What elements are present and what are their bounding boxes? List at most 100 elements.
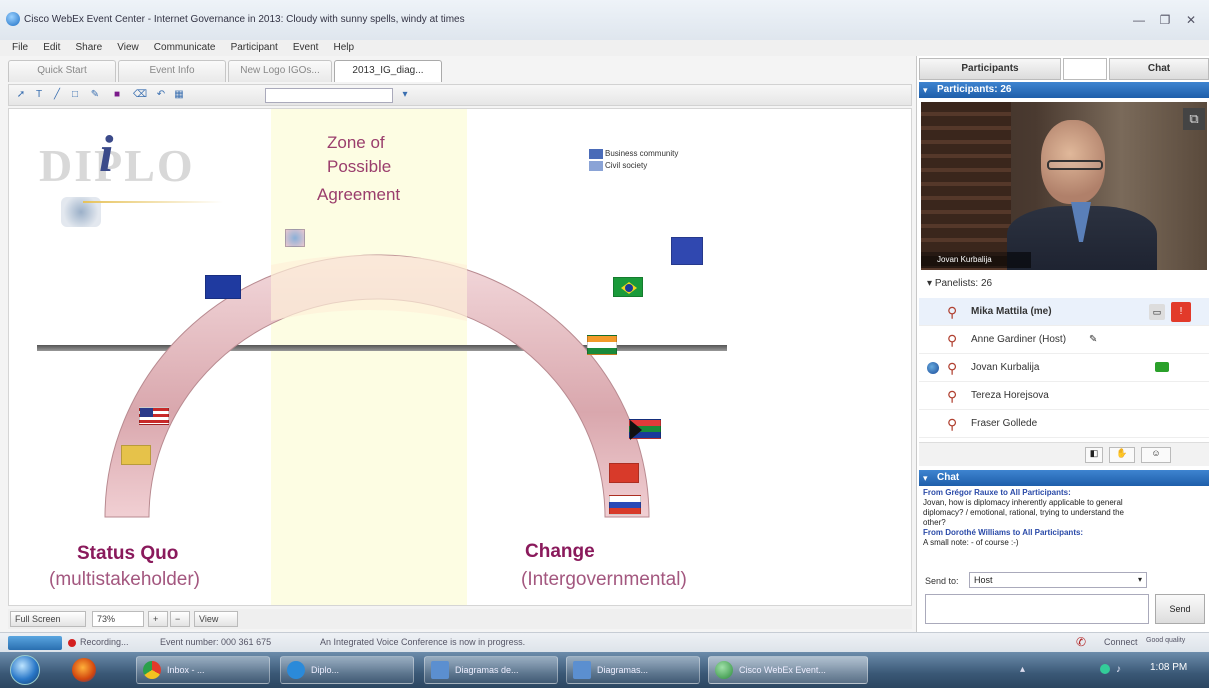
- event-number: Event number: 000 361 675: [160, 637, 272, 647]
- presenter-ball-icon: [927, 362, 939, 374]
- tab-event-info[interactable]: Event Info: [118, 60, 226, 82]
- send-to-select[interactable]: Host ▾: [969, 572, 1147, 588]
- participant-actions: ◧ ✋ ☺: [919, 442, 1209, 466]
- full-screen-button[interactable]: Full Screen: [10, 611, 86, 627]
- window-title: Cisco WebEx Event Center - Internet Gove…: [24, 14, 465, 25]
- shared-slide: DIPLO i Zone of Possible Agreement Busin…: [8, 108, 912, 606]
- dropdown-arrow-icon[interactable]: ▾: [399, 89, 411, 101]
- start-button[interactable]: [10, 655, 40, 685]
- tab-participants[interactable]: Participants: [919, 58, 1061, 80]
- view-menu-button[interactable]: View: [194, 611, 238, 627]
- highlighter-icon[interactable]: ✎: [89, 89, 101, 101]
- volume-icon[interactable]: ♪: [1116, 664, 1121, 675]
- raise-hand-icon[interactable]: ✋: [1109, 447, 1135, 463]
- pointer-icon[interactable]: ➚: [15, 89, 27, 101]
- skype-icon: [287, 661, 305, 679]
- taskbar-item[interactable]: Diplo...: [280, 656, 414, 684]
- tray-show-hidden-icon[interactable]: ▴: [1020, 664, 1025, 675]
- webex-icon: [715, 661, 733, 679]
- connection-quality: Good quality: [1146, 637, 1186, 644]
- collapse-participants-icon[interactable]: ▾: [923, 82, 928, 98]
- panelists-label: Panelists: 26: [934, 278, 993, 289]
- maximize-button[interactable]: ❐: [1154, 12, 1176, 28]
- collapse-chat-icon[interactable]: ▾: [923, 470, 928, 486]
- panelist-icon: ⚲: [947, 360, 958, 376]
- panelist-icon: ⚲: [947, 388, 958, 404]
- zoom-out-icon[interactable]: −: [170, 611, 190, 627]
- chrome-icon: [143, 661, 161, 679]
- window-titlebar: Cisco WebEx Event Center - Internet Gove…: [0, 0, 1209, 40]
- network-icon[interactable]: [1100, 664, 1110, 674]
- tab-chat[interactable]: Chat: [1109, 58, 1209, 80]
- menu-view[interactable]: View: [117, 40, 139, 56]
- menu-communicate[interactable]: Communicate: [154, 40, 216, 56]
- participant-row[interactable]: ⚲ Mika Mattila (me) ▭ !: [919, 298, 1209, 326]
- participants-header[interactable]: Participants: 26: [919, 82, 1209, 98]
- firefox-icon[interactable]: [72, 658, 96, 682]
- taskbar-item[interactable]: Diagramas...: [566, 656, 700, 684]
- bookshelf: [921, 102, 1011, 270]
- video-feed: ⧉ Jovan Kurbalija: [921, 102, 1207, 270]
- chevron-down-icon: ▾: [1137, 575, 1142, 584]
- webex-app-icon: [6, 12, 20, 26]
- zoom-level-select[interactable]: 73%: [92, 611, 144, 627]
- grid-icon[interactable]: ▦: [173, 89, 185, 101]
- menu-edit[interactable]: Edit: [43, 40, 60, 56]
- arch-zopa-highlight: [271, 255, 467, 321]
- line-tool-icon[interactable]: ╱: [51, 89, 63, 101]
- participant-name: Tereza Horejsova: [971, 390, 1049, 401]
- recording-dot-icon: [68, 639, 76, 647]
- change-title: Change: [525, 541, 595, 562]
- tab-diagram[interactable]: 2013_IG_diag...: [334, 60, 442, 82]
- participant-row[interactable]: ⚲ Tereza Horejsova: [919, 382, 1209, 410]
- clock[interactable]: 1:08 PM: [1150, 662, 1187, 673]
- panelists-group[interactable]: ▾ Panelists: 26: [927, 278, 992, 289]
- phone-icon: ✆: [1076, 635, 1087, 649]
- taskbar-item-active[interactable]: Cisco WebEx Event...: [708, 656, 868, 684]
- participant-row[interactable]: ⚲ Anne Gardiner (Host) ✎: [919, 326, 1209, 354]
- chat-line: From Dorothé Williams to All Participant…: [923, 528, 1084, 537]
- undo-icon[interactable]: ↶: [155, 89, 167, 101]
- menu-event[interactable]: Event: [293, 40, 319, 56]
- chat-input[interactable]: [925, 594, 1149, 624]
- taskbar-item[interactable]: Inbox - ...: [136, 656, 270, 684]
- document-tabs: Quick Start Event Info New Logo IGOs... …: [8, 58, 912, 82]
- windows-taskbar: Inbox - ... Diplo... Diagramas de... Dia…: [0, 652, 1209, 688]
- un-icon: [285, 229, 305, 247]
- color-picker-icon[interactable]: ■: [111, 89, 123, 101]
- panel-tabs: Participants Chat: [917, 58, 1209, 80]
- rectangle-tool-icon[interactable]: □: [69, 89, 81, 101]
- video-on-icon: [1155, 362, 1169, 372]
- chat-header[interactable]: Chat: [919, 470, 1209, 486]
- video-layout-icon[interactable]: ⧉: [1183, 108, 1205, 130]
- eraser-icon[interactable]: ⌫: [133, 89, 147, 101]
- expand-panelists-icon[interactable]: ▾: [927, 278, 935, 289]
- menu-participant[interactable]: Participant: [231, 40, 278, 56]
- zoom-select[interactable]: [265, 88, 393, 103]
- word-icon: [431, 661, 449, 679]
- participant-row[interactable]: ⚲ Jovan Kurbalija: [919, 354, 1209, 382]
- chat-line: Jovan, how is diplomacy inherently appli…: [923, 498, 1123, 507]
- menu-bar: File Edit Share View Communicate Partici…: [0, 40, 1209, 56]
- menu-file[interactable]: File: [12, 40, 28, 56]
- participant-row[interactable]: ⚲ Fraser Gollede: [919, 410, 1209, 438]
- mute-all-icon[interactable]: ◧: [1085, 447, 1103, 463]
- panelist-icon: ⚲: [947, 332, 958, 348]
- text-tool-icon[interactable]: T: [33, 89, 45, 101]
- chat-line: diplomacy? / emotional, rational, trying…: [923, 508, 1125, 517]
- webcam-icon[interactable]: ▭: [1149, 304, 1165, 320]
- minimize-button[interactable]: —: [1128, 12, 1150, 28]
- annotation-toolbar: ➚ T ╱ □ ✎ ■ ⌫ ↶ ▦ ▾: [8, 84, 912, 106]
- close-button[interactable]: ✕: [1180, 12, 1202, 28]
- taskbar-item[interactable]: Diagramas de...: [424, 656, 558, 684]
- send-button[interactable]: Send: [1155, 594, 1205, 624]
- mic-muted-icon[interactable]: !: [1171, 302, 1191, 322]
- menu-help[interactable]: Help: [334, 40, 355, 56]
- connect-status[interactable]: Connect: [1104, 637, 1138, 647]
- tab-new-logo[interactable]: New Logo IGOs...: [228, 60, 332, 82]
- zoom-in-icon[interactable]: +: [148, 611, 168, 627]
- tab-quick-start[interactable]: Quick Start: [8, 60, 116, 82]
- menu-share[interactable]: Share: [75, 40, 102, 56]
- feedback-icon[interactable]: ☺: [1141, 447, 1171, 463]
- chat-line: A small note: - of course :-): [923, 538, 1019, 547]
